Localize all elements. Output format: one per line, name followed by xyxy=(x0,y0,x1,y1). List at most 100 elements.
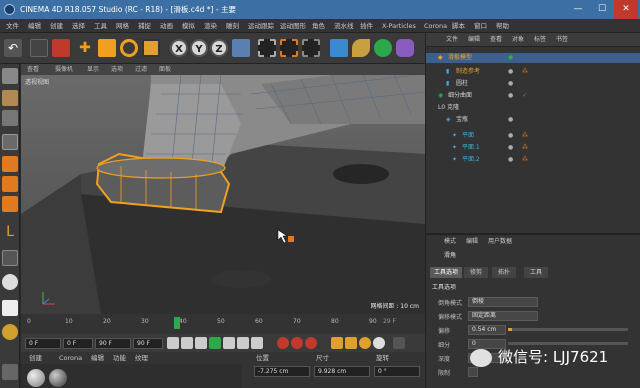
menu-mesh[interactable]: 网格 xyxy=(116,19,129,33)
menu-tools[interactable]: 工具 xyxy=(94,19,107,33)
scale-tool-icon[interactable] xyxy=(98,39,116,57)
viewport-menu-camera[interactable]: 摄像机 xyxy=(55,64,73,75)
material-menu-function[interactable]: 功能 xyxy=(113,352,126,364)
menu-select[interactable]: 选择 xyxy=(72,19,85,33)
tag-icon[interactable]: ⁂ xyxy=(522,155,528,165)
viewport-menu-display[interactable]: 显示 xyxy=(87,64,99,75)
preview-end-field[interactable]: 90 F xyxy=(133,338,163,349)
mograph-cloner-icon[interactable] xyxy=(396,39,414,57)
y-axis-lock-button[interactable]: Y xyxy=(190,39,208,57)
key-position-icon[interactable] xyxy=(331,337,343,349)
attr-menu-user-data[interactable]: 用户数据 xyxy=(488,235,512,249)
undo-icon[interactable]: ↶ xyxy=(4,39,22,57)
object-menu-objects[interactable]: 对象 xyxy=(512,33,524,47)
perspective-viewport[interactable]: 查看 摄像机 显示 选项 过滤 面板 透视视图 网格间距 : 10 cm xyxy=(21,64,425,314)
menu-edit[interactable]: 编辑 xyxy=(28,19,41,33)
lock-workplane-icon[interactable] xyxy=(2,324,18,340)
texture-mode-icon[interactable] xyxy=(2,110,18,126)
playhead-marker[interactable] xyxy=(174,317,180,329)
previous-key-icon[interactable] xyxy=(181,337,193,349)
timeline-ruler[interactable]: 0 10 20 30 40 50 60 70 80 90 29 F xyxy=(21,314,425,334)
menu-pipeline[interactable]: 流水线 xyxy=(334,19,354,33)
go-to-start-icon[interactable] xyxy=(167,337,179,349)
object-row[interactable]: ✦ 平面 ● ⁂ xyxy=(426,131,640,141)
bevel-mode-select[interactable]: 倒棱 xyxy=(468,297,538,307)
menu-plugins[interactable]: 插件 xyxy=(360,19,373,33)
next-frame-icon[interactable] xyxy=(223,337,235,349)
close-button[interactable]: ✕ xyxy=(614,0,638,19)
current-frame-field[interactable]: 0 F xyxy=(63,338,93,349)
visibility-icon[interactable]: ● xyxy=(508,53,513,63)
object-menu-tags[interactable]: 标签 xyxy=(534,33,546,47)
menu-simulate[interactable]: 模拟 xyxy=(182,19,195,33)
visibility-icon[interactable]: ● xyxy=(508,143,513,153)
edges-mode-icon[interactable] xyxy=(2,176,18,192)
tag-icon[interactable]: ⁂ xyxy=(522,143,528,153)
attr-menu-edit[interactable]: 编辑 xyxy=(466,235,478,249)
minimize-button[interactable]: — xyxy=(566,0,590,19)
menu-help[interactable]: 帮助 xyxy=(496,19,509,33)
menu-create[interactable]: 创建 xyxy=(50,19,63,33)
menu-script[interactable]: 脚本 xyxy=(452,19,465,33)
position-x-field[interactable]: -7.275 cm xyxy=(254,366,310,377)
visibility-icon[interactable]: ● xyxy=(508,91,513,101)
tab-tool-options[interactable]: 工具选项 xyxy=(430,267,462,278)
x-axis-lock-button[interactable]: X xyxy=(170,39,188,57)
start-frame-field[interactable]: 0 F xyxy=(25,338,61,349)
tab-tool[interactable]: 工具 xyxy=(524,267,548,278)
points-mode-icon[interactable] xyxy=(2,156,18,172)
tag-icon[interactable]: ⁂ xyxy=(522,67,528,77)
make-editable-icon[interactable] xyxy=(2,68,18,84)
tag-icon[interactable]: ⁂ xyxy=(522,131,528,141)
menu-character[interactable]: 角色 xyxy=(312,19,325,33)
viewport-menu-panel[interactable]: 面板 xyxy=(159,64,171,75)
coordinate-system-icon[interactable] xyxy=(232,39,250,57)
select-tool-icon[interactable] xyxy=(52,39,70,57)
visibility-icon[interactable]: ● xyxy=(508,115,513,125)
render-view-icon[interactable] xyxy=(258,39,276,57)
menu-mograph[interactable]: 运动图形 xyxy=(280,19,306,33)
object-menu-edit[interactable]: 编辑 xyxy=(468,33,480,47)
polygons-mode-icon[interactable] xyxy=(2,196,18,212)
offset-slider[interactable] xyxy=(508,328,628,331)
object-row[interactable]: L0 克隆 xyxy=(426,103,640,113)
viewport-menu-options[interactable]: 选项 xyxy=(111,64,123,75)
workplane-icon[interactable] xyxy=(2,134,18,150)
keyframe-selection-icon[interactable] xyxy=(305,337,317,349)
object-row[interactable]: ◈ 宝瓶 ● xyxy=(426,115,640,125)
rotate-tool-icon[interactable] xyxy=(120,39,138,57)
offset-mode-select[interactable]: 固定距离 xyxy=(468,311,538,321)
menu-motion-tracking[interactable]: 运动跟踪 xyxy=(248,19,274,33)
tab-shaping[interactable]: 修剪 xyxy=(464,267,488,278)
axis-mode-icon[interactable]: L xyxy=(2,224,18,240)
play-icon[interactable] xyxy=(209,337,221,349)
material-menu-corona[interactable]: Corona xyxy=(59,352,82,364)
menu-file[interactable]: 文件 xyxy=(6,19,19,33)
object-row[interactable]: ◆ 滑板模型 ● xyxy=(426,53,640,63)
timeline-settings-icon[interactable] xyxy=(393,337,405,349)
key-parameter-icon[interactable] xyxy=(373,337,385,349)
object-row[interactable]: ✦ 平面.1 ● ⁂ xyxy=(426,143,640,153)
visibility-icon[interactable]: ● xyxy=(508,155,513,165)
move-tool-icon[interactable]: ✚ xyxy=(76,39,94,57)
record-active-icon[interactable] xyxy=(277,337,289,349)
render-settings-icon[interactable] xyxy=(302,39,320,57)
menu-render[interactable]: 渲染 xyxy=(204,19,217,33)
object-menu-file[interactable]: 文件 xyxy=(446,33,458,47)
visibility-icon[interactable]: ● xyxy=(508,131,513,141)
menu-corona[interactable]: Corona xyxy=(424,19,447,33)
viewport-menu-filter[interactable]: 过滤 xyxy=(135,64,147,75)
menu-window[interactable]: 窗口 xyxy=(474,19,487,33)
object-menu-bookmarks[interactable]: 书签 xyxy=(556,33,568,47)
subdivision-surface-icon[interactable] xyxy=(374,39,392,57)
render-picture-viewer-icon[interactable] xyxy=(280,39,298,57)
menu-x-particles[interactable]: X-Particles xyxy=(382,19,416,33)
check-icon[interactable]: ✓ xyxy=(522,91,527,101)
recent-tools-icon[interactable] xyxy=(142,39,160,57)
previous-frame-icon[interactable] xyxy=(195,337,207,349)
sculpt-icon[interactable] xyxy=(2,300,18,316)
viewport-scene[interactable] xyxy=(21,64,425,314)
attr-menu-mode[interactable]: 模式 xyxy=(444,235,456,249)
live-select-icon[interactable] xyxy=(30,39,48,57)
size-x-field[interactable]: 9.928 cm xyxy=(314,366,370,377)
